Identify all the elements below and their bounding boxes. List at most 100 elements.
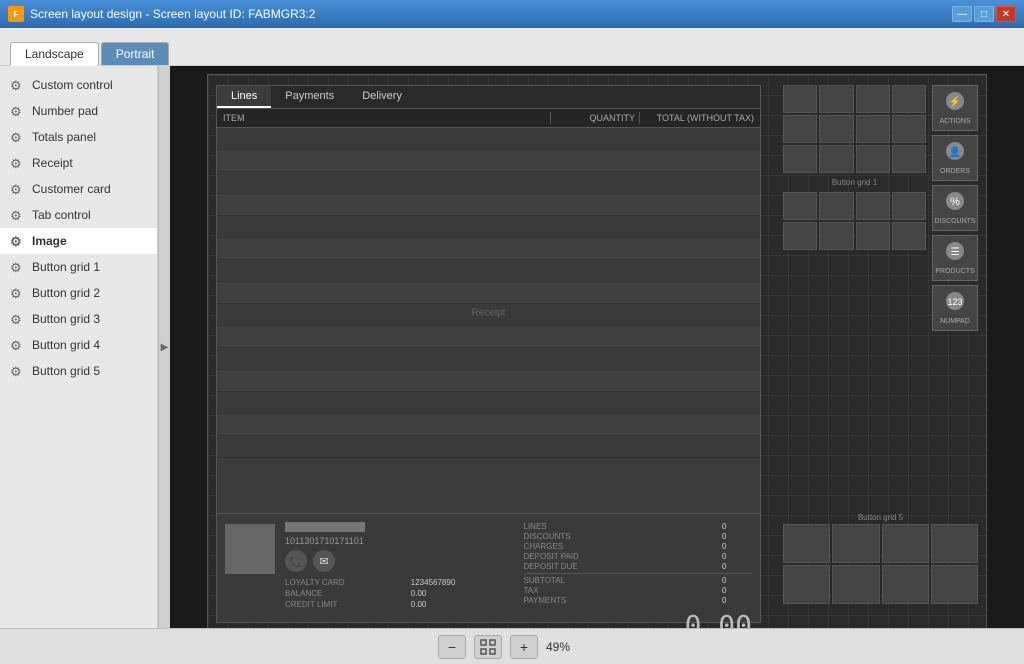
- bottom-cell[interactable]: [783, 524, 830, 563]
- receipt-tab-lines[interactable]: Lines: [217, 86, 271, 108]
- receipt-tab-payments[interactable]: Payments: [271, 86, 348, 108]
- grid-cell[interactable]: [783, 145, 817, 173]
- grid-cell[interactable]: [819, 145, 853, 173]
- bottom-cell[interactable]: [832, 565, 879, 604]
- sidebar-label-number-pad: Number pad: [32, 104, 98, 118]
- grid-cell[interactable]: [856, 85, 890, 113]
- tax-value: 0: [722, 586, 752, 595]
- sidebar-item-tab-control[interactable]: ⚙ Tab control: [0, 202, 157, 228]
- sidebar-item-button-grid-3[interactable]: ⚙ Button grid 3: [0, 306, 157, 332]
- sidebar-item-customer-card[interactable]: ⚙ Customer card: [0, 176, 157, 202]
- grid-cell[interactable]: [892, 145, 926, 173]
- sidebar-label-custom-control: Custom control: [32, 78, 113, 92]
- grid-cell[interactable]: [819, 85, 853, 113]
- bottom-cell[interactable]: [783, 565, 830, 604]
- gear-icon-10: ⚙: [10, 312, 24, 326]
- tax-label: TAX: [524, 586, 722, 595]
- sidebar-label-customer-card: Customer card: [32, 182, 111, 196]
- grid-cell[interactable]: [892, 85, 926, 113]
- zoom-fit-button[interactable]: [474, 635, 502, 659]
- grid-cell[interactable]: [856, 145, 890, 173]
- receipt-rows: [217, 128, 760, 458]
- grid-cell[interactable]: [892, 192, 926, 220]
- table-row: [217, 282, 760, 304]
- grid-cell[interactable]: [783, 222, 817, 250]
- zoom-in-button[interactable]: +: [510, 635, 538, 659]
- table-row: [217, 436, 760, 458]
- canvas-area: Lines Payments Delivery ITEM QUANTITY TO…: [170, 66, 1024, 628]
- customer-buttons: 📞 ✉: [285, 550, 514, 572]
- sidebar-item-button-grid-4[interactable]: ⚙ Button grid 4: [0, 332, 157, 358]
- sidebar-label-button-grid-5: Button grid 5: [32, 364, 100, 378]
- sidebar-item-number-pad[interactable]: ⚙ Number pad: [0, 98, 157, 124]
- table-row: [217, 260, 760, 282]
- customer-avatar: [225, 524, 275, 574]
- orders-label: ORDERS: [940, 168, 970, 175]
- minimize-button[interactable]: —: [952, 6, 972, 22]
- window-title: Screen layout design - Screen layout ID:…: [30, 7, 315, 21]
- table-row: [217, 216, 760, 238]
- credit-limit-value: 0.00: [411, 600, 514, 609]
- sidebar-item-image[interactable]: ⚙ Image: [0, 228, 157, 254]
- bottom-cell[interactable]: [931, 524, 978, 563]
- customer-name: [285, 522, 365, 532]
- table-row: [217, 238, 760, 260]
- receipt-tab-delivery[interactable]: Delivery: [348, 86, 416, 108]
- title-left: F Screen layout design - Screen layout I…: [8, 6, 315, 22]
- grid-cell[interactable]: [783, 115, 817, 143]
- grid-cell[interactable]: [783, 192, 817, 220]
- charges-value: 0: [722, 542, 752, 551]
- sidebar-item-button-grid-1[interactable]: ⚙ Button grid 1: [0, 254, 157, 280]
- titlebar: F Screen layout design - Screen layout I…: [0, 0, 1024, 28]
- tab-portrait[interactable]: Portrait: [101, 42, 170, 65]
- table-row: [217, 392, 760, 414]
- grid-cell[interactable]: [819, 192, 853, 220]
- gear-icon-5: ⚙: [10, 182, 24, 196]
- orders-button[interactable]: 👤 ORDERS: [932, 135, 978, 181]
- grid-cell[interactable]: [856, 115, 890, 143]
- customer-phone-button[interactable]: 📞: [285, 550, 307, 572]
- table-row: [217, 150, 760, 172]
- bottom-cell[interactable]: [832, 524, 879, 563]
- subtotal-value: 0: [722, 576, 752, 585]
- grid-cell[interactable]: [856, 192, 890, 220]
- maximize-button[interactable]: □: [974, 6, 994, 22]
- grid-cell[interactable]: [783, 85, 817, 113]
- grid-cell[interactable]: [819, 115, 853, 143]
- lines-value: 0: [722, 522, 752, 531]
- balance-label: BALANCE: [285, 589, 403, 598]
- table-row: [217, 370, 760, 392]
- sidebar-label-button-grid-1: Button grid 1: [32, 260, 100, 274]
- grid-cell[interactable]: [892, 115, 926, 143]
- sidebar-label-image: Image: [32, 234, 67, 248]
- discounts-button[interactable]: % DISCOUNTS: [932, 185, 978, 231]
- bottom-cell[interactable]: [882, 524, 929, 563]
- col-total-header: TOTAL (WITHOUT TAX): [644, 113, 754, 123]
- bottom-cell[interactable]: [931, 565, 978, 604]
- actions-button[interactable]: ⚡ ACTIONS: [932, 85, 978, 131]
- sidebar: ⚙ Custom control ⚙ Number pad ⚙ Totals p…: [0, 66, 158, 628]
- discounts-value: 0: [722, 532, 752, 541]
- table-row: [217, 172, 760, 194]
- zoom-out-button[interactable]: −: [438, 635, 466, 659]
- sidebar-item-receipt[interactable]: ⚙ Receipt: [0, 150, 157, 176]
- gear-icon-12: ⚙: [10, 364, 24, 378]
- sidebar-collapse-handle[interactable]: ▶: [158, 66, 170, 628]
- sidebar-item-button-grid-5[interactable]: ⚙ Button grid 5: [0, 358, 157, 384]
- table-row: [217, 414, 760, 436]
- grid-cell[interactable]: [892, 222, 926, 250]
- bottom-cell[interactable]: [882, 565, 929, 604]
- sidebar-item-totals-panel[interactable]: ⚙ Totals panel: [0, 124, 157, 150]
- customer-email-button[interactable]: ✉: [313, 550, 335, 572]
- grid-cell[interactable]: [819, 222, 853, 250]
- sidebar-item-button-grid-2[interactable]: ⚙ Button grid 2: [0, 280, 157, 306]
- sidebar-item-custom-control[interactable]: ⚙ Custom control: [0, 72, 157, 98]
- sidebar-label-totals-panel: Totals panel: [32, 130, 96, 144]
- tab-landscape[interactable]: Landscape: [10, 42, 99, 66]
- products-button[interactable]: ☰ PRODUCTS: [932, 235, 978, 281]
- bottom-grid: [783, 524, 978, 604]
- grid-cell[interactable]: [856, 222, 890, 250]
- numpad-label: NUMPAD: [940, 318, 970, 325]
- numpad-button[interactable]: 123 NUMPAD: [932, 285, 978, 331]
- close-button[interactable]: ✕: [996, 6, 1016, 22]
